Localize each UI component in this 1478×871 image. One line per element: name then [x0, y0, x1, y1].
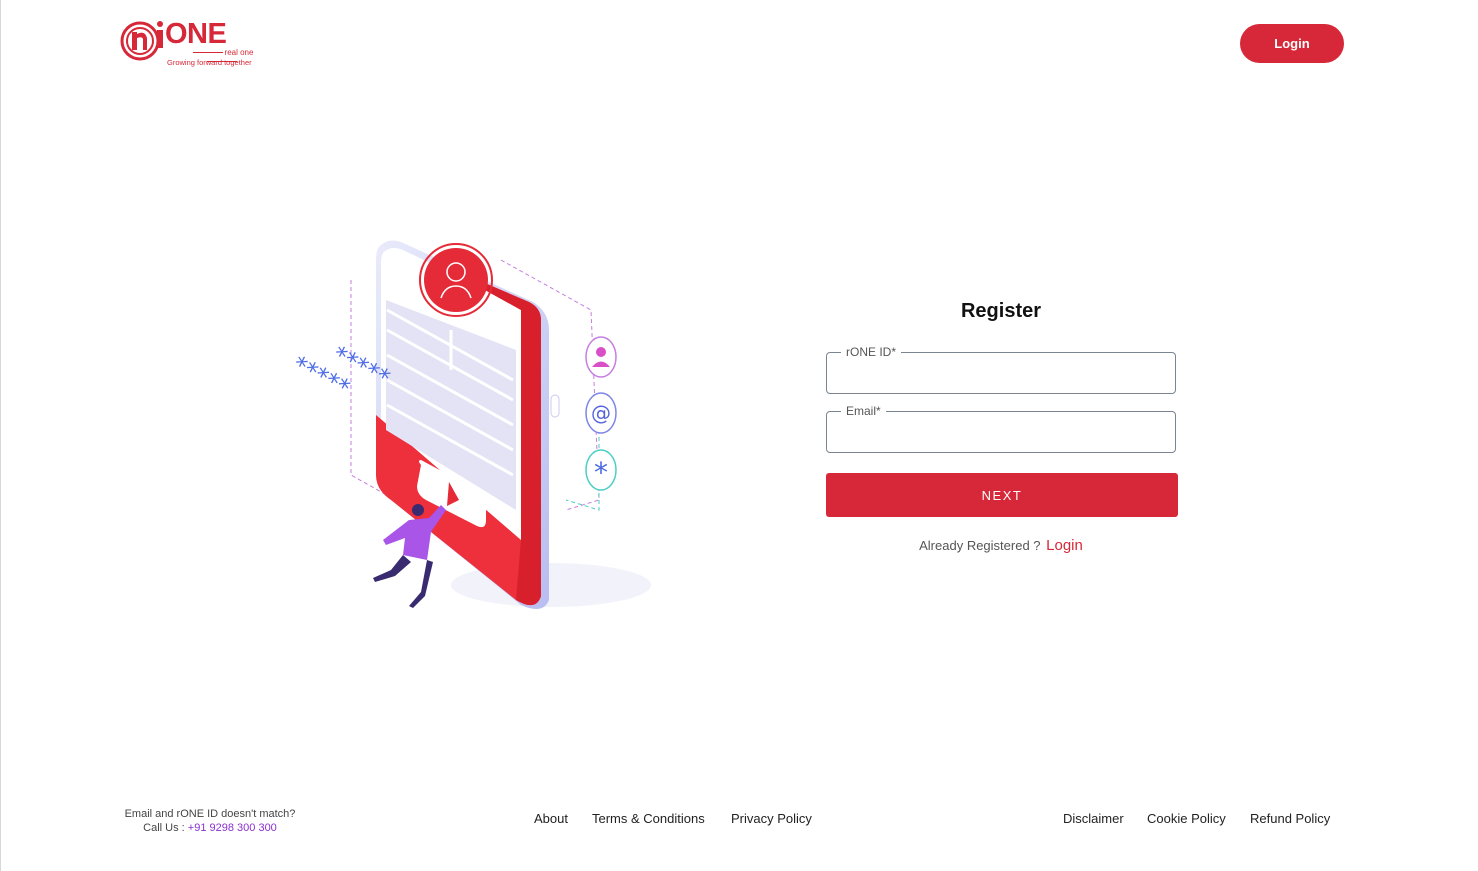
footer-privacy-link[interactable]: Privacy Policy	[731, 811, 812, 826]
already-registered-row: Already Registered ? Login	[826, 537, 1176, 554]
svg-text:*: *	[594, 456, 608, 489]
logo-brand-text: ONE	[165, 18, 227, 50]
rone-id-input[interactable]	[827, 353, 1175, 393]
email-input[interactable]	[827, 412, 1175, 452]
header-login-button[interactable]: Login	[1240, 24, 1344, 63]
call-us-label: Call Us :	[143, 822, 185, 834]
logo-tagline: Growing forward together	[167, 58, 252, 67]
footer-terms-link[interactable]: Terms & Conditions	[592, 811, 705, 826]
register-illustration: @ * ***** *****	[288, 240, 651, 609]
login-link[interactable]: Login	[1046, 537, 1083, 554]
register-title: Register	[960, 300, 1042, 322]
already-registered-text: Already Registered ?	[919, 538, 1041, 553]
footer-cookie-link[interactable]: Cookie Policy	[1147, 811, 1226, 826]
mismatch-text: Email and rONE ID doesn't match?	[124, 808, 296, 820]
email-field[interactable]: Email*	[826, 404, 1176, 453]
rone-i-glyph	[157, 21, 163, 48]
footer-about-link[interactable]: About	[534, 811, 568, 826]
footer-contact: Email and rONE ID doesn't match? Call Us…	[120, 807, 300, 835]
phone-number[interactable]: +91 9298 300 300	[188, 822, 277, 834]
rone-logo[interactable]: ONE real one Growing forward together	[119, 18, 269, 70]
svg-text:@: @	[591, 401, 611, 425]
footer-refund-link[interactable]: Refund Policy	[1250, 811, 1330, 826]
next-button[interactable]: NEXT	[826, 473, 1178, 517]
footer-disclaimer-link[interactable]: Disclaimer	[1063, 811, 1124, 826]
rone-id-field[interactable]: rONE ID*	[826, 345, 1176, 394]
